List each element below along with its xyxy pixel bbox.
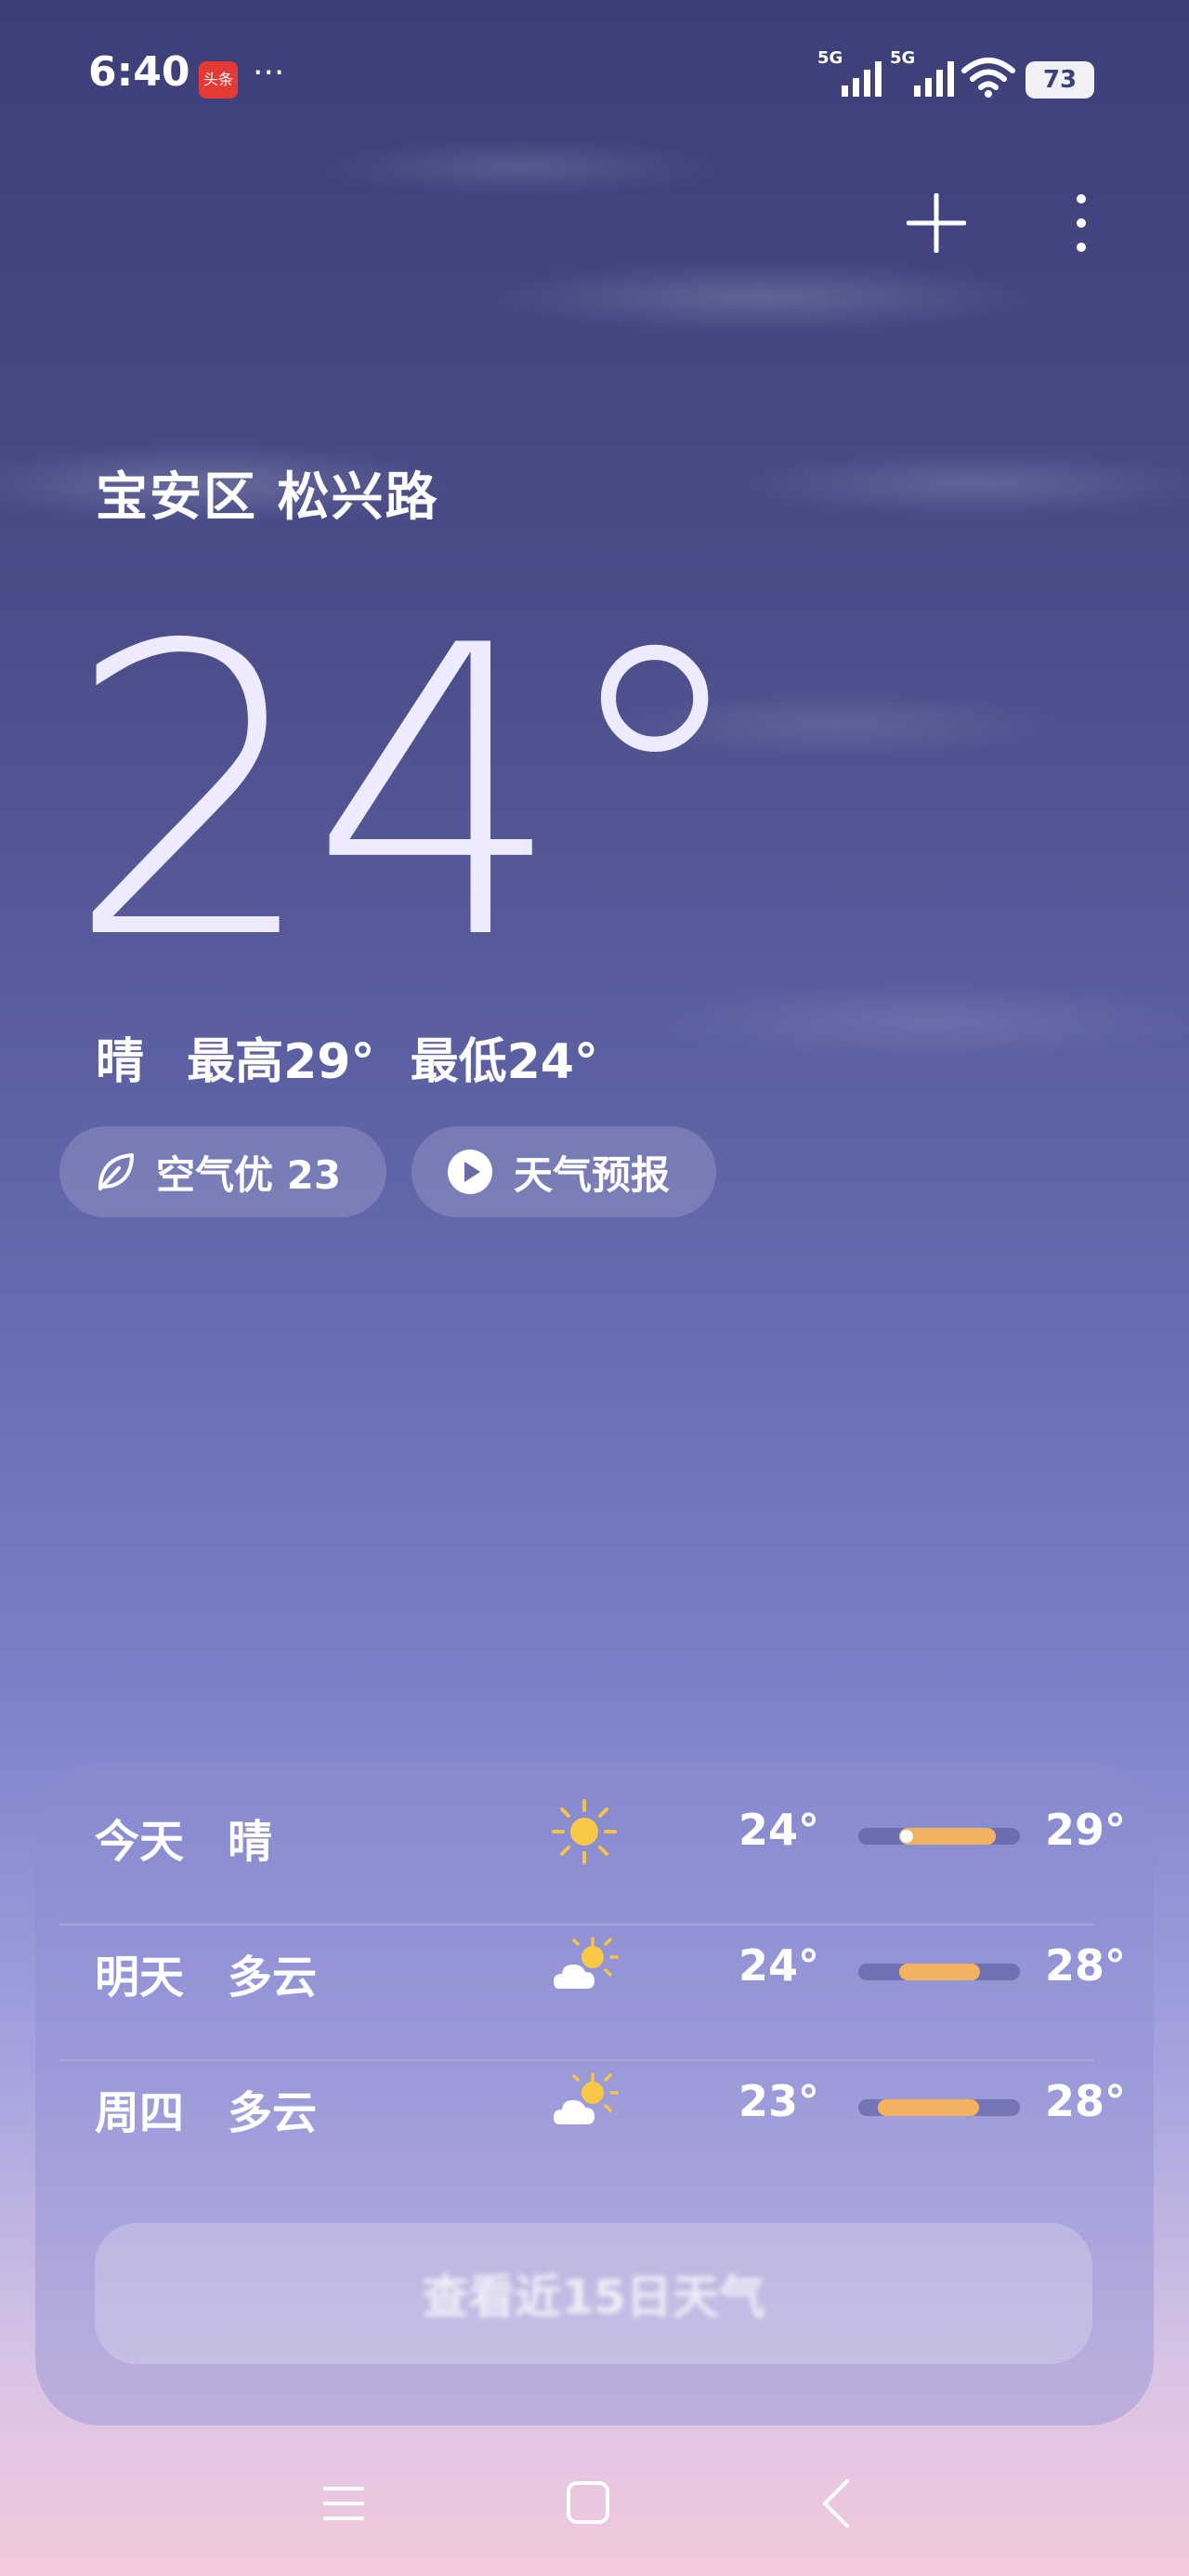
today-high: 最高29° xyxy=(187,1034,375,1090)
wifi-icon xyxy=(961,58,1015,98)
air-quality-label: 空气优 23 xyxy=(156,1151,342,1198)
status-time: 6:40 xyxy=(88,48,190,96)
current-condition: 晴 xyxy=(96,1034,145,1090)
day-condition: 多云 xyxy=(228,1952,318,2004)
daily-row[interactable]: 今天 晴 24° 29° xyxy=(95,1762,1130,1899)
recent-apps-button[interactable] xyxy=(321,2481,366,2526)
temp-range-bar xyxy=(858,1828,1020,1845)
day-label: 今天 xyxy=(95,1816,185,1868)
temp-range-fill xyxy=(898,1828,996,1845)
more-options-button[interactable] xyxy=(1068,193,1094,253)
daily-row[interactable]: 明天 多云 24° 28° xyxy=(95,1898,1130,2035)
air-quality-pill[interactable]: 空气优 23 xyxy=(59,1126,386,1217)
app-notification-icon: 头条 xyxy=(199,61,238,99)
leaf-icon xyxy=(98,1153,134,1190)
weather-forecast-label: 天气预报 xyxy=(514,1151,671,1198)
day-high-temp: 28° xyxy=(1044,1940,1126,1991)
more-notifications-icon: ··· xyxy=(253,54,285,92)
row-divider xyxy=(59,2059,1094,2061)
back-button[interactable] xyxy=(817,2477,855,2530)
day-label: 明天 xyxy=(95,1952,185,2004)
location-title: 宝安区 松兴路 xyxy=(96,467,439,528)
status-bar: 6:40 头条 ··· 5G 5G 73 xyxy=(0,0,1189,158)
day-low-temp: 24° xyxy=(738,1940,819,1991)
add-city-button[interactable] xyxy=(907,193,966,253)
today-low: 最低24° xyxy=(410,1034,598,1090)
day-label: 周四 xyxy=(95,2087,185,2139)
fifteen-day-forecast-button[interactable]: 查看近15日天气 xyxy=(95,2223,1092,2364)
play-icon xyxy=(448,1150,492,1194)
home-button[interactable] xyxy=(565,2479,611,2526)
daily-row[interactable]: 周四 多云 23° 28° xyxy=(95,2033,1130,2171)
day-condition: 多云 xyxy=(228,2087,318,2139)
weather-forecast-pill[interactable]: 天气预报 xyxy=(412,1126,716,1217)
battery-icon: 73 xyxy=(1026,61,1094,99)
current-summary: 晴 最高29° 最低24° xyxy=(96,1022,624,1092)
temp-range-bar xyxy=(858,2099,1020,2116)
sun-icon xyxy=(552,1799,617,1864)
temp-range-fill xyxy=(877,2099,980,2116)
temp-range-bar xyxy=(858,1964,1020,1980)
day-high-temp: 29° xyxy=(1044,1805,1126,1855)
day-condition: 晴 xyxy=(228,1816,273,1868)
day-low-temp: 23° xyxy=(738,2076,819,2126)
day-low-temp: 24° xyxy=(738,1805,819,1855)
temp-range-fill xyxy=(898,1964,980,1980)
fifteen-day-forecast-label: 查看近15日天气 xyxy=(422,2270,765,2324)
row-divider xyxy=(59,1924,1094,1925)
day-high-temp: 28° xyxy=(1044,2076,1126,2126)
partly-cloudy-icon xyxy=(554,2072,619,2124)
partly-cloudy-icon xyxy=(554,1937,619,1989)
current-temperature: 24° xyxy=(65,562,754,1027)
